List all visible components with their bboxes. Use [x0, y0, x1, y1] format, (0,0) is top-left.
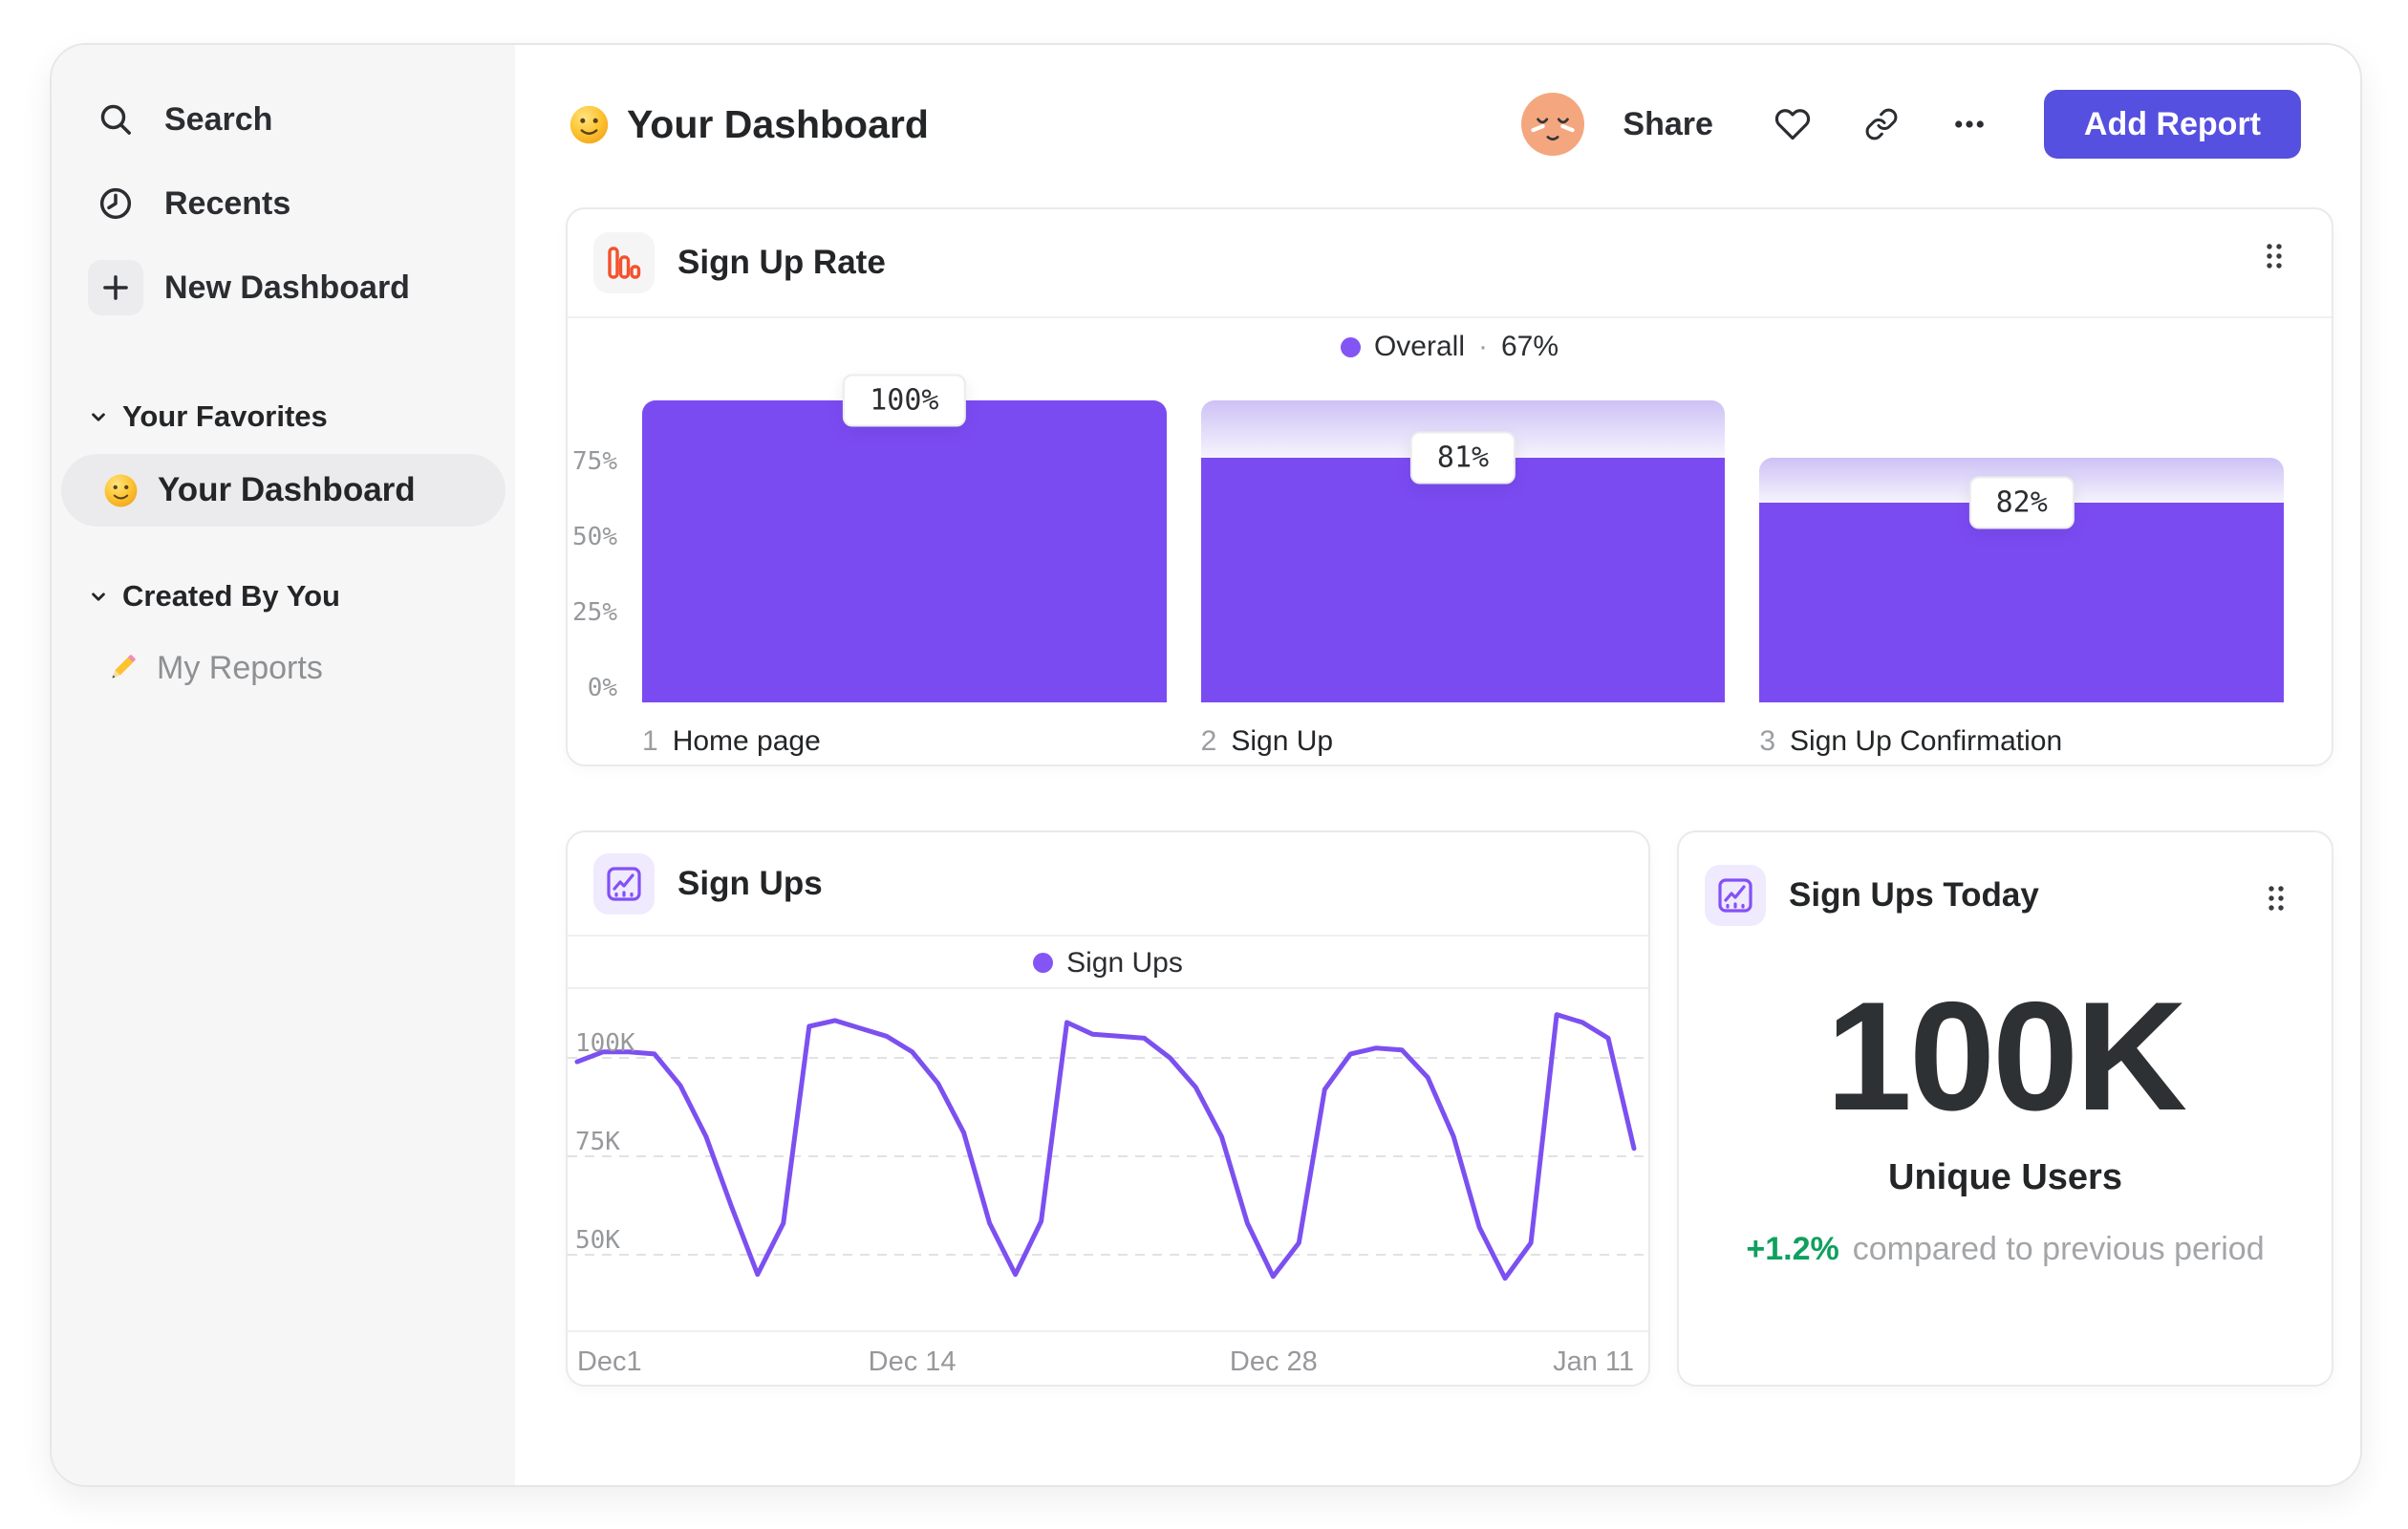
funnel-bar-home-page[interactable]: 100%: [642, 374, 1167, 702]
app-window: Search Recents New Dashboard Your Favori…: [50, 43, 2362, 1487]
step-label: 2 Sign Up: [1201, 725, 1726, 758]
funnel-bars: 100% 81% 82%: [642, 374, 2285, 702]
plus-icon: [88, 260, 143, 315]
metric-delta: +1.2% compared to previous period: [1679, 1231, 2332, 1268]
axis-divider: [568, 1330, 1648, 1332]
sign-up-rate-card: Sign Up Rate Overall · 67% 75% 50% 25% 0: [566, 207, 2333, 766]
dashboard-header: Your Dashboard Share Add Report: [569, 90, 2301, 159]
x-tick: Dec1: [576, 1346, 642, 1377]
step-index: 1: [642, 725, 658, 757]
x-tick: Dec 14: [868, 1346, 957, 1377]
drag-handle-icon[interactable]: [2265, 882, 2288, 915]
delta-value: +1.2%: [1746, 1231, 1839, 1267]
clock-icon: [88, 176, 143, 231]
funnel-bar-sign-up[interactable]: 81%: [1200, 400, 1726, 702]
metric-label: Unique Users: [1888, 1157, 2122, 1197]
sidebar-item-new-dashboard[interactable]: New Dashboard: [52, 246, 515, 330]
funnel-bar-sign-up-confirmation[interactable]: 82%: [1759, 400, 2285, 702]
y-tick: 50K: [575, 1226, 620, 1255]
sidebar-section-label: Created By You: [122, 579, 340, 613]
sidebar-item-label: Your Dashboard: [158, 471, 416, 508]
line-x-axis: Dec1 Dec 14 Dec 28 Jan 11: [568, 1341, 1648, 1383]
step-name: Home page: [672, 725, 821, 757]
funnel-y-axis: 75% 50% 25% 0%: [568, 400, 617, 702]
legend-dot: [1033, 953, 1054, 973]
sidebar-item-search[interactable]: Search: [52, 77, 515, 162]
legend-separator: ·: [1477, 331, 1488, 362]
x-tick: Jan 11: [1553, 1346, 1634, 1377]
step-name: Sign Up: [1231, 725, 1334, 757]
delta-note: compared to previous period: [1852, 1231, 2265, 1267]
sidebar-item-label: My Reports: [157, 649, 323, 686]
more-options-icon[interactable]: [1952, 107, 1987, 141]
card-header: Sign Ups Today: [1679, 865, 2332, 926]
funnel-bar-fill: [1759, 503, 2285, 702]
conversion-tooltip: 100%: [843, 374, 966, 427]
line-chart-icon: [1705, 865, 1766, 926]
card-title: Sign Up Rate: [677, 244, 886, 281]
sidebar-item-label: New Dashboard: [164, 269, 410, 306]
search-icon: [88, 92, 143, 147]
share-button[interactable]: Share: [1623, 106, 1713, 143]
line-chart-icon: [593, 852, 655, 915]
gridlines: [568, 1057, 1648, 1256]
sign-ups-card: Sign Ups Sign Ups 100K 75K 50K Dec1 Dec …: [566, 830, 1650, 1387]
drag-handle-icon[interactable]: [2263, 240, 2286, 272]
favorite-heart-icon[interactable]: [1774, 106, 1811, 142]
sidebar-item-label: Recents: [164, 184, 291, 222]
chevron-down-icon: [86, 404, 111, 429]
legend-label: Overall: [1373, 331, 1465, 362]
copy-link-icon[interactable]: [1864, 107, 1899, 141]
legend-label: Sign Ups: [1066, 946, 1183, 979]
smiley-emoji: [103, 473, 139, 508]
x-tick: Dec 28: [1229, 1346, 1318, 1377]
legend-value: 67%: [1500, 331, 1559, 362]
sidebar-item-recents[interactable]: Recents: [52, 162, 515, 246]
y-tick: 50%: [572, 523, 617, 551]
funnel-bar-fill: [1200, 458, 1726, 702]
signups-line: [574, 1012, 1637, 1281]
y-tick: 0%: [587, 674, 617, 702]
conversion-tooltip: 81%: [1409, 431, 1516, 485]
card-title: Sign Ups: [677, 864, 823, 902]
step-label: 3 Sign Up Confirmation: [1759, 725, 2284, 758]
sign-ups-today-card: Sign Ups Today 100K Unique Users +1.2% c…: [1677, 830, 2333, 1387]
header-actions: Share Add Report: [1521, 90, 2301, 159]
sidebar-section-your-favorites[interactable]: Your Favorites: [52, 397, 515, 437]
y-tick: 75%: [572, 447, 617, 476]
chevron-down-icon: [86, 584, 111, 609]
y-tick: 100K: [575, 1029, 635, 1058]
funnel-x-axis: 1 Home page 2 Sign Up 3 Sign Up Confirma…: [642, 725, 2284, 758]
line-plot[interactable]: 100K 75K 50K: [568, 989, 1648, 1330]
y-tick: 75K: [575, 1128, 620, 1156]
sidebar: Search Recents New Dashboard Your Favori…: [52, 45, 515, 1485]
add-report-button[interactable]: Add Report: [2043, 90, 2301, 159]
sidebar-section-label: Your Favorites: [122, 399, 328, 433]
sidebar-item-my-reports[interactable]: My Reports: [52, 641, 515, 695]
page-title: Your Dashboard: [627, 101, 929, 146]
sidebar-item-your-dashboard-selected[interactable]: Your Dashboard: [61, 454, 505, 527]
pencil-emoji: [105, 651, 140, 685]
funnel-bar-fill: [642, 400, 1167, 702]
smiley-emoji: [569, 104, 610, 145]
card-title: Sign Ups Today: [1789, 876, 2039, 914]
metric-value: 100K: [1825, 970, 2187, 1143]
y-tick: 25%: [572, 598, 617, 627]
step-index: 2: [1200, 725, 1217, 757]
funnel-legend[interactable]: Overall · 67%: [568, 320, 2332, 374]
card-header: Sign Ups: [568, 832, 1648, 937]
bar-chart-icon: [593, 232, 655, 293]
main-content: Your Dashboard Share Add Report Sign Up …: [515, 45, 2360, 1485]
sidebar-section-created-by-you[interactable]: Created By You: [52, 576, 515, 616]
legend-dot: [1340, 336, 1361, 357]
conversion-tooltip: 82%: [1968, 476, 2075, 529]
line-legend[interactable]: Sign Ups: [568, 938, 1648, 989]
card-header: Sign Up Rate: [568, 209, 2332, 318]
avatar[interactable]: [1521, 93, 1585, 156]
step-name: Sign Up Confirmation: [1790, 725, 2063, 757]
step-index: 3: [1759, 725, 1776, 757]
step-label: 1 Home page: [642, 725, 1167, 758]
sidebar-item-label: Search: [164, 100, 273, 138]
